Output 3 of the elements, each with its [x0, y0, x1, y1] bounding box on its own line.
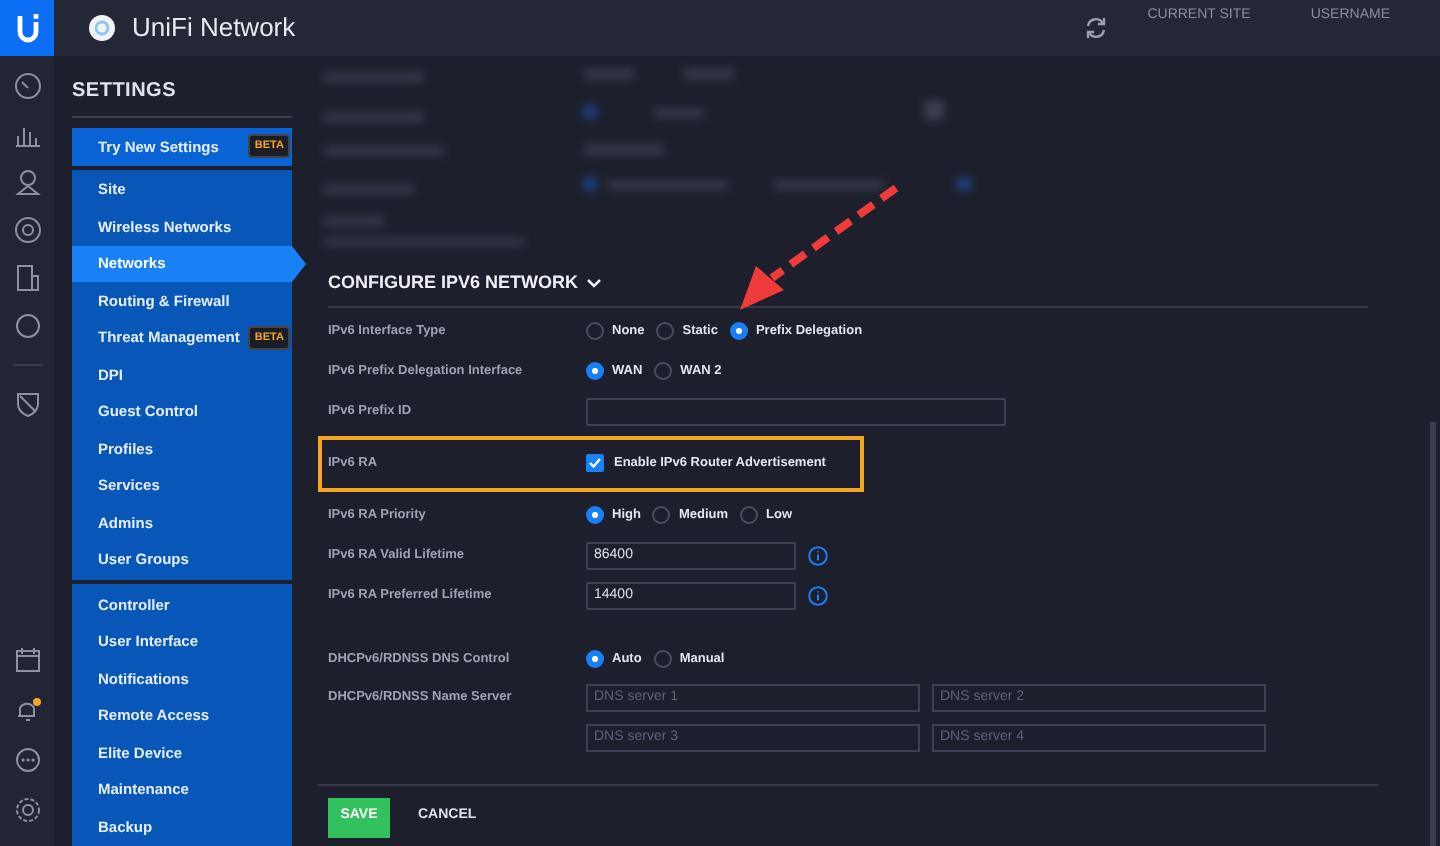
section-title[interactable]: CONFIGURE IPV6 NETWORK	[328, 270, 579, 297]
app-title: UniFi Network	[132, 10, 296, 47]
settings-heading: SETTINGS	[72, 76, 292, 118]
